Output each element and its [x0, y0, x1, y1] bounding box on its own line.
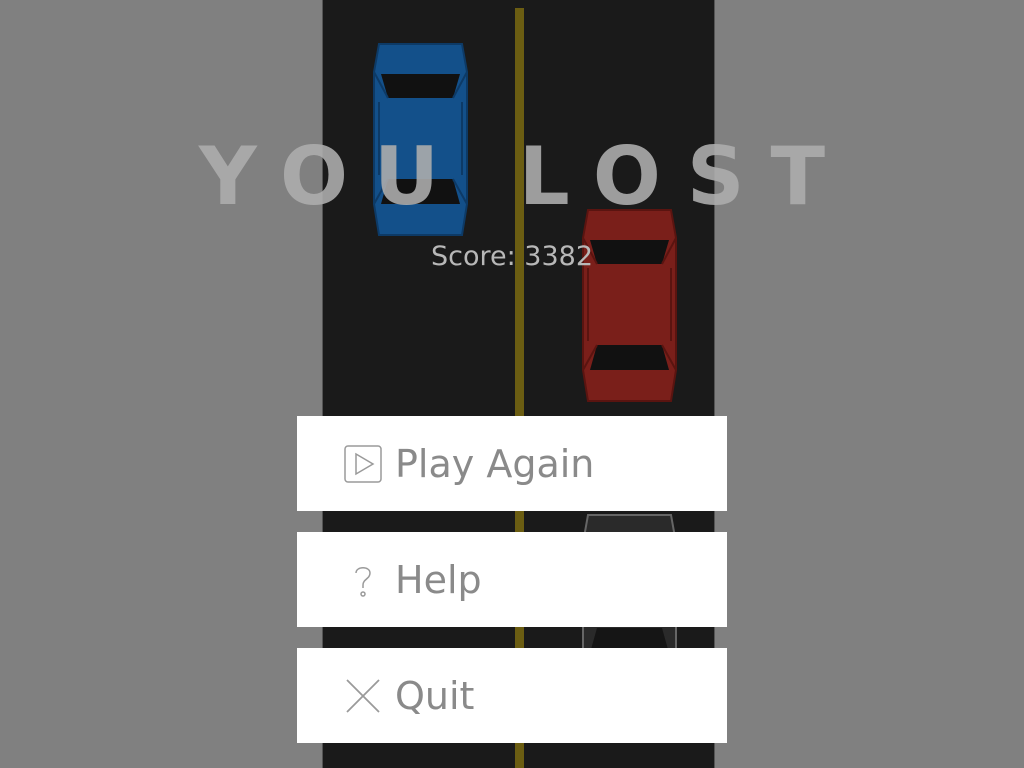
- red-car: [582, 208, 677, 403]
- question-icon: [344, 561, 382, 599]
- quit-label: Quit: [395, 673, 475, 718]
- play-again-label: Play Again: [395, 441, 595, 486]
- score-text: Score: 3382: [430, 241, 593, 272]
- game-over-title: YOU LOST: [198, 130, 852, 223]
- play-icon: [344, 444, 382, 483]
- help-label: Help: [395, 557, 482, 602]
- play-again-button[interactable]: Play Again: [297, 416, 727, 511]
- help-button[interactable]: Help: [297, 532, 727, 627]
- quit-button[interactable]: Quit: [297, 648, 727, 743]
- close-icon: [344, 677, 382, 715]
